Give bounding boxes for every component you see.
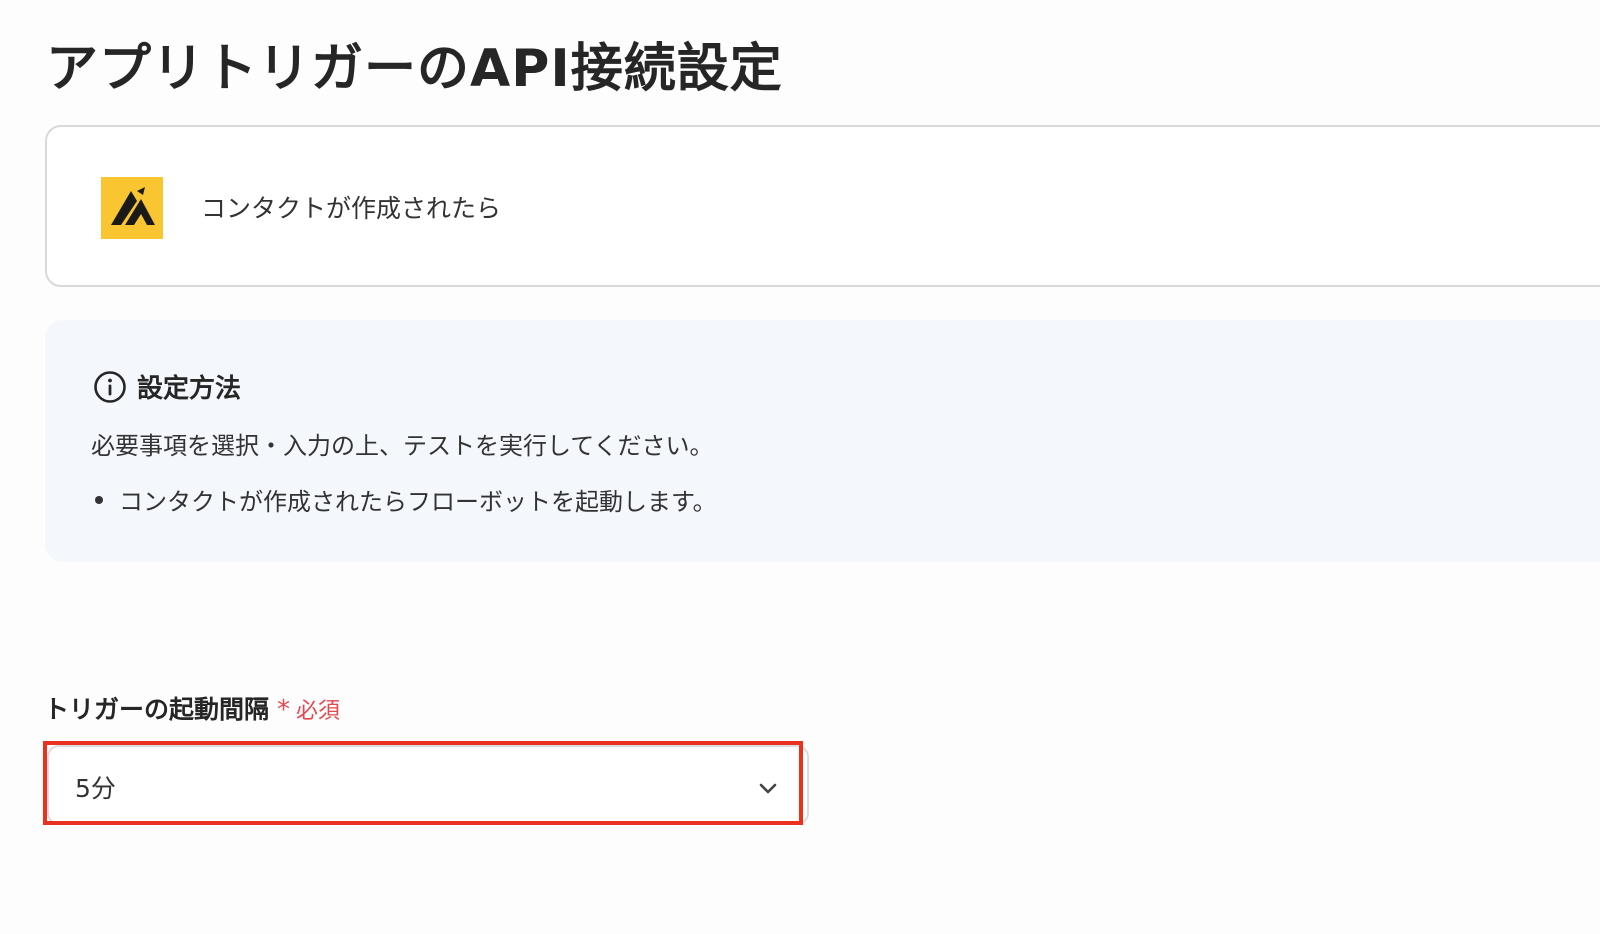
chevron-down-icon[interactable] xyxy=(757,777,779,799)
required-label: 必須 xyxy=(296,699,341,724)
page-title: アプリトリガーのAPI接続設定 xyxy=(46,39,783,99)
bullet-dot-icon xyxy=(95,495,103,504)
required-asterisk: * xyxy=(277,695,291,725)
info-bullet-text: コンタクトが作成されたらフローボットを起動します。 xyxy=(119,488,717,516)
info-header: 設定方法 xyxy=(93,368,241,405)
info-description: 必要事項を選択・入力の上、テストを実行してください。 xyxy=(91,432,714,460)
interval-select-value: 5分 xyxy=(75,774,116,803)
info-heading: 設定方法 xyxy=(137,374,242,404)
app-logo-icon xyxy=(101,177,163,239)
interval-select[interactable]: 5分 xyxy=(47,745,809,825)
page: アプリトリガーのAPI接続設定 コンタクトが作成されたら 設定方法 必要事項を選… xyxy=(0,0,1600,934)
trigger-card: コンタクトが作成されたら xyxy=(45,125,1600,287)
trigger-name: コンタクトが作成されたら xyxy=(201,194,502,223)
interval-field-label-row: トリガーの起動間隔 * 必須 xyxy=(44,690,340,726)
info-circle-icon xyxy=(94,370,126,403)
interval-field-label: トリガーの起動間隔 xyxy=(44,695,270,724)
info-box: 設定方法 必要事項を選択・入力の上、テストを実行してください。 コンタクトが作成… xyxy=(45,320,1600,562)
info-bullet-item: コンタクトが作成されたらフローボットを起動します。 xyxy=(91,482,717,517)
